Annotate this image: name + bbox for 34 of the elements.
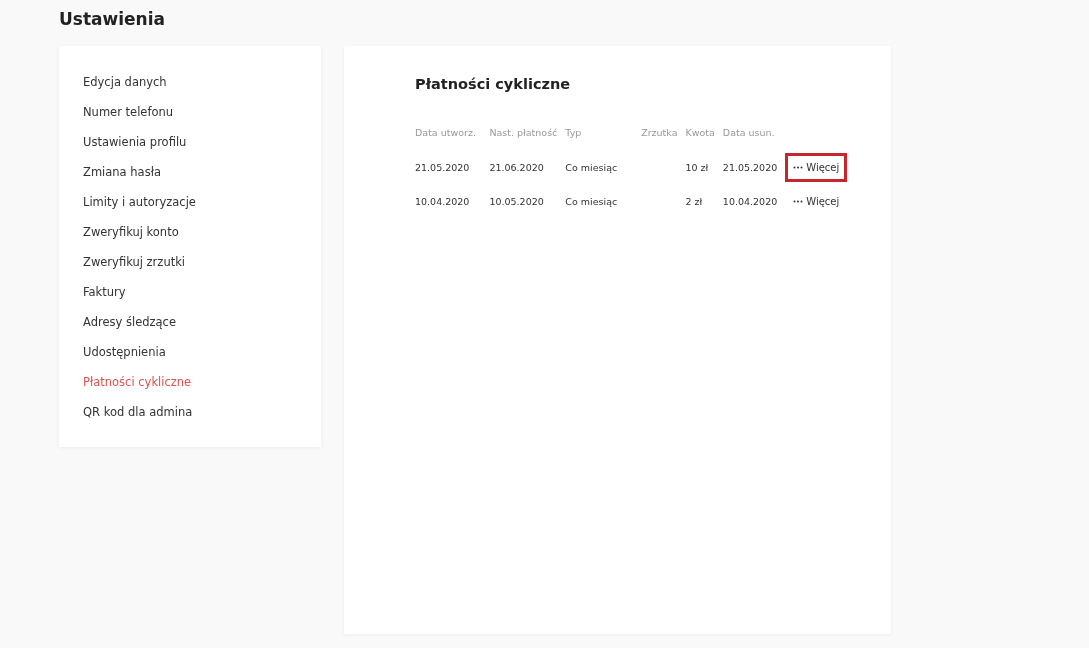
menu-item[interactable]: Udostępnienia — [83, 337, 321, 367]
menu-item[interactable]: Płatności cykliczne — [83, 367, 321, 397]
table-cell-text: 10.04.2020 — [415, 194, 471, 209]
menu-item[interactable]: Adresy śledzące — [83, 307, 321, 337]
more-button[interactable]: Więcej — [785, 153, 848, 183]
menu-item[interactable]: Numer telefonu — [83, 97, 321, 127]
menu-item[interactable]: Edycja danych — [83, 67, 321, 97]
section-title: Płatności cykliczne — [415, 76, 572, 94]
table-cell: 10.05.2020 — [489, 184, 566, 219]
menu-item[interactable]: Zmiana hasła — [83, 157, 321, 187]
menu-item[interactable]: Limity i autoryzacje — [83, 187, 321, 217]
table-cell: 2 zł — [685, 184, 723, 219]
table-cell-text: 10.04.2020 — [722, 194, 779, 209]
menu-item[interactable]: Zweryfikuj zrzutki — [83, 247, 321, 277]
menu-item[interactable]: Faktury — [83, 277, 321, 307]
table-cell: 21.06.2020 — [489, 150, 566, 185]
ellipsis-icon — [793, 166, 804, 170]
column-header: Zrzutka — [641, 126, 686, 151]
table-cell-text: 21.05.2020 — [415, 160, 471, 175]
table-cell: 21.05.2020 — [722, 150, 786, 185]
table-cell-text: Co miesiąc — [565, 160, 619, 175]
column-header: Kwota — [685, 126, 723, 151]
column-header: Data usun. — [722, 126, 776, 141]
column-header: Data utworz. — [415, 126, 477, 141]
page-title: Ustawienia — [59, 8, 166, 31]
column-header: Typ — [565, 126, 642, 151]
table-cell-text: Co miesiąc — [565, 194, 619, 209]
menu-item[interactable]: QR kod dla admina — [83, 397, 321, 427]
more-button[interactable]: Więcej — [785, 187, 848, 217]
ellipsis-icon — [793, 200, 804, 204]
menu-item[interactable]: Ustawienia profilu — [83, 127, 321, 157]
column-header: Nast. płatność — [489, 126, 566, 151]
menu-item[interactable]: Zweryfikuj konto — [83, 217, 321, 247]
table-cell: 10 zł — [685, 150, 723, 185]
